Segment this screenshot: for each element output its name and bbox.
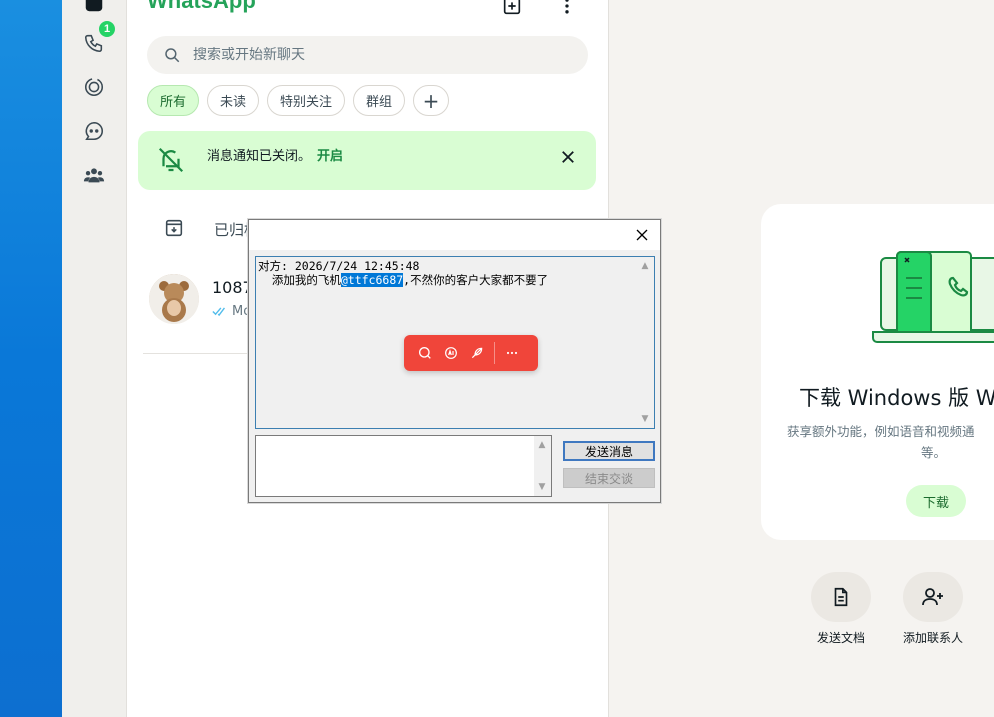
download-description: 获享额外功能，例如语音和视频通 xyxy=(787,424,975,439)
dialog-titlebar[interactable] xyxy=(249,220,660,250)
search-icon[interactable] xyxy=(412,340,438,366)
download-title: 下载 Windows 版 W xyxy=(799,386,994,410)
search-input[interactable] xyxy=(193,47,573,63)
avatar xyxy=(149,274,199,324)
archive-icon xyxy=(165,219,183,237)
double-check-icon xyxy=(212,307,226,317)
status-icon[interactable] xyxy=(79,72,109,102)
log-message-suffix: ,不然你的客户大家都不要了 xyxy=(403,273,549,287)
log-scrollbar[interactable]: ▲ ▼ xyxy=(637,257,654,428)
ai-icon[interactable] xyxy=(438,340,464,366)
add-contact-label: 添加联系人 xyxy=(902,631,963,645)
filter-unread[interactable]: 未读 xyxy=(207,85,260,116)
nav-rail: 1 xyxy=(62,0,127,717)
notification-text: 消息通知已关闭。 开启 xyxy=(207,145,343,164)
download-card: 下载 Windows 版 W 获享额外功能，例如语音和视频通 等。 下载 xyxy=(761,204,994,540)
enable-notifications-link[interactable]: 开启 xyxy=(317,149,343,164)
download-description-tail: 等。 xyxy=(921,445,947,460)
scroll-down-icon[interactable]: ▼ xyxy=(537,482,547,492)
communities-icon[interactable] xyxy=(79,160,109,190)
scroll-down-icon[interactable]: ▼ xyxy=(640,414,650,424)
notification-message: 消息通知已关闭。 xyxy=(207,149,312,164)
close-icon[interactable] xyxy=(633,226,651,244)
search-icon xyxy=(165,48,180,63)
desktop-background xyxy=(0,0,62,717)
input-scrollbar[interactable]: ▲ ▼ xyxy=(534,436,551,496)
download-button[interactable]: 下载 xyxy=(906,485,966,517)
new-chat-icon[interactable] xyxy=(500,0,524,18)
filter-chips: 所有 未读 特别关注 群组 + xyxy=(147,85,450,116)
chat-dialog-window: 对方: 2026/7/24 12:45:48 添加我的飞机@ttfc6687,不… xyxy=(248,219,661,503)
notification-banner: 消息通知已关闭。 开启 xyxy=(138,131,596,190)
log-message-highlight: @ttfc6687 xyxy=(340,273,404,287)
log-header: 对方: 2026/7/24 12:45:48 xyxy=(258,259,420,273)
send-document-label: 发送文档 xyxy=(816,631,865,645)
filter-groups[interactable]: 群组 xyxy=(353,85,406,116)
search-box[interactable] xyxy=(147,36,588,74)
message-input[interactable] xyxy=(256,436,535,496)
add-contact-action[interactable]: 添加联系人 xyxy=(903,572,963,645)
selection-toolbar xyxy=(404,335,538,371)
chat-preview: Mo xyxy=(212,304,251,319)
app-title: WhatsApp xyxy=(147,0,256,13)
chats-icon[interactable] xyxy=(79,0,109,18)
menu-kebab-icon[interactable] xyxy=(555,0,579,18)
filter-all[interactable]: 所有 xyxy=(147,85,200,116)
add-contact-icon xyxy=(903,572,963,622)
chat-name: 1087 xyxy=(212,278,253,297)
scroll-up-icon[interactable]: ▲ xyxy=(537,440,547,450)
close-icon[interactable] xyxy=(556,145,580,169)
add-filter-button[interactable]: + xyxy=(413,85,450,116)
filter-favorites[interactable]: 特别关注 xyxy=(267,85,346,116)
message-log-text: 对方: 2026/7/24 12:45:48 添加我的飞机@ttfc6687,不… xyxy=(258,259,548,287)
message-input-area: ▲ ▼ xyxy=(255,435,552,497)
feather-icon[interactable] xyxy=(464,340,490,366)
bell-off-icon xyxy=(158,147,184,173)
scroll-up-icon[interactable]: ▲ xyxy=(640,261,650,271)
more-icon[interactable] xyxy=(499,340,525,366)
log-message-prefix: 添加我的飞机 xyxy=(258,273,341,287)
message-log[interactable]: 对方: 2026/7/24 12:45:48 添加我的飞机@ttfc6687,不… xyxy=(255,256,655,429)
toolbar-separator xyxy=(494,342,495,364)
send-document-action[interactable]: 发送文档 xyxy=(811,572,871,645)
document-icon xyxy=(811,572,871,622)
end-chat-button[interactable]: 结束交谈 xyxy=(563,468,655,488)
calls-badge: 1 xyxy=(97,19,117,39)
right-pane: 下载 Windows 版 W 获享额外功能，例如语音和视频通 等。 下载 发送文… xyxy=(609,0,994,717)
laptop-illustration xyxy=(872,251,994,343)
channels-icon[interactable] xyxy=(79,116,109,146)
send-message-button[interactable]: 发送消息 xyxy=(563,441,655,461)
